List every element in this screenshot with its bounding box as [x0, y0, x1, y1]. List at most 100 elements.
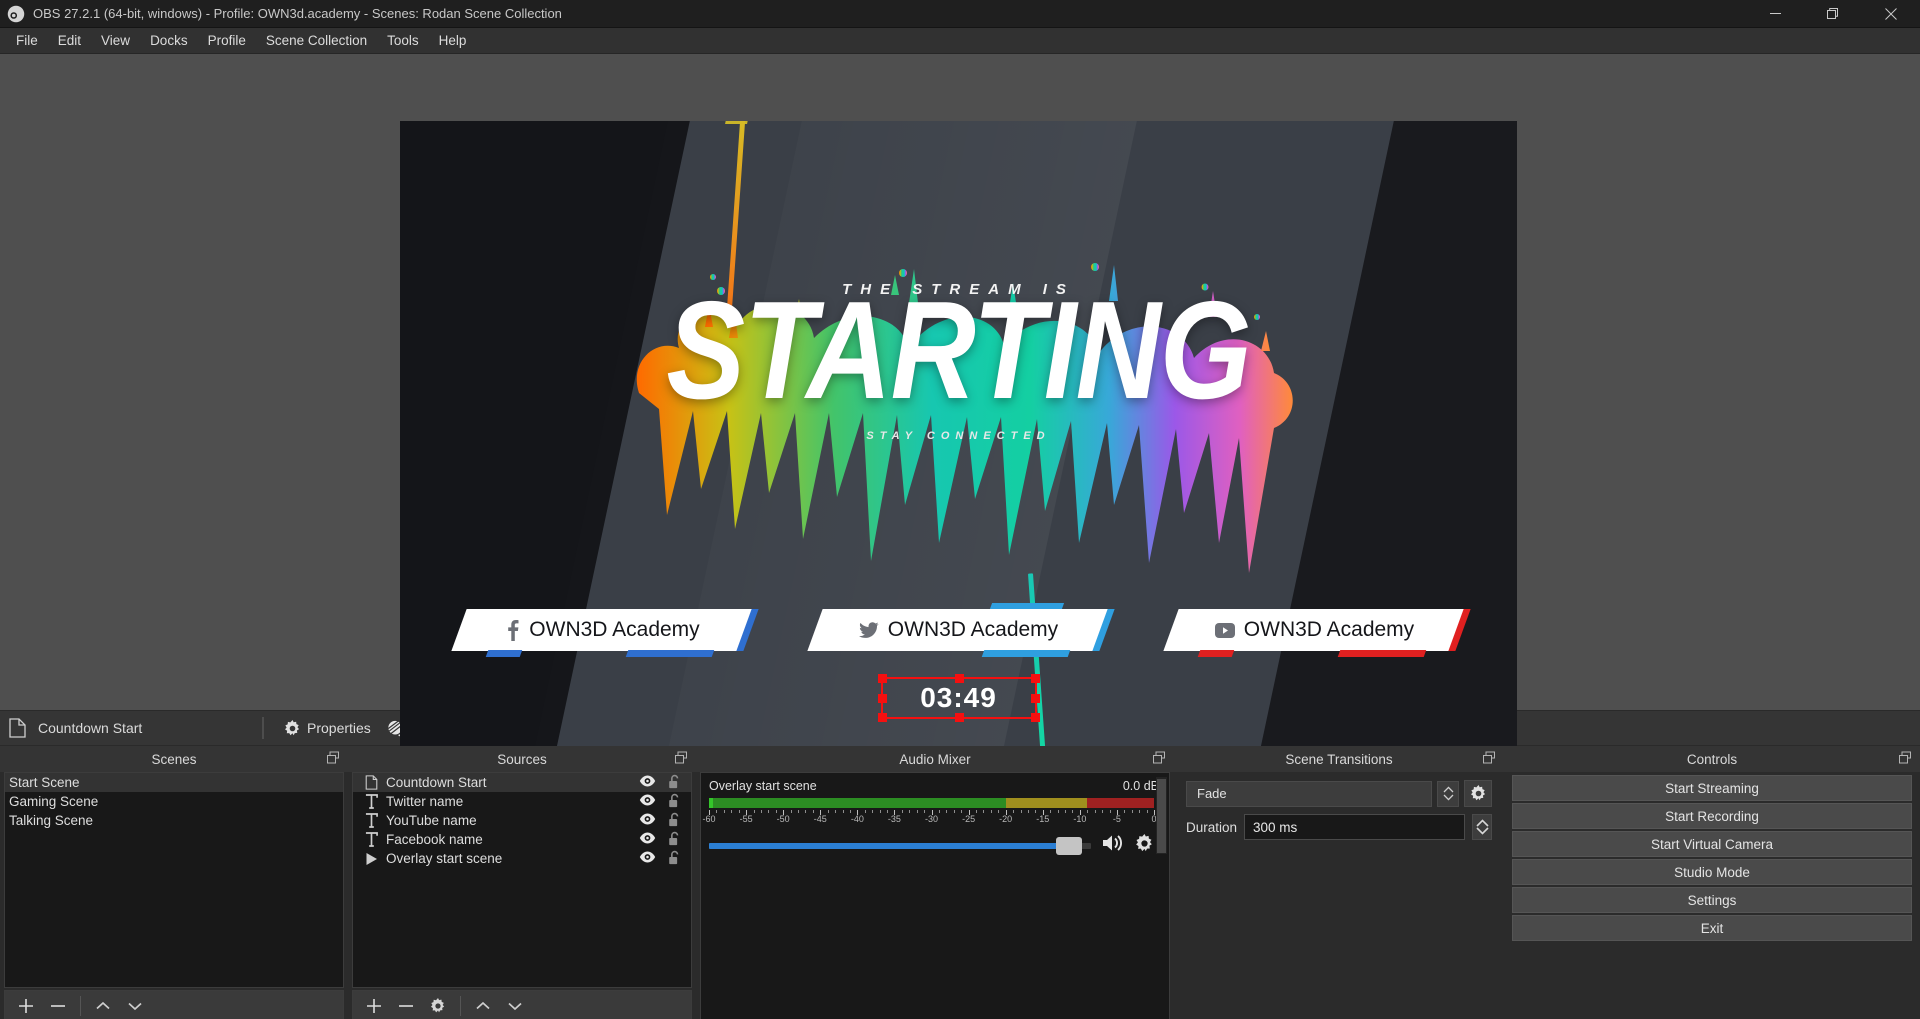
source-item[interactable]: Facebook name — [353, 830, 691, 849]
resize-handle-bottom-left[interactable] — [878, 713, 887, 722]
resize-handle-top-center[interactable] — [955, 674, 964, 683]
menu-profile[interactable]: Profile — [198, 29, 256, 52]
move-scene-down-button[interactable] — [120, 993, 150, 1019]
mixer-channel: Overlay start scene 0.0 dB -60-55-50-45-… — [701, 773, 1169, 858]
duration-spinner[interactable] — [1472, 814, 1492, 840]
start-streaming-button[interactable]: Start Streaming — [1512, 775, 1912, 801]
properties-button[interactable]: Properties — [276, 716, 379, 741]
remove-scene-button[interactable] — [43, 993, 73, 1019]
minimize-button[interactable] — [1746, 0, 1804, 28]
scene-item[interactable]: Talking Scene — [5, 811, 343, 830]
meter-top-row — [709, 798, 1154, 808]
exit-button[interactable]: Exit — [1512, 915, 1912, 941]
undock-icon[interactable] — [675, 752, 687, 767]
lock-open-icon[interactable] — [668, 812, 681, 830]
visibility-eye-icon[interactable] — [639, 775, 656, 790]
audio-settings-gear-icon[interactable] — [1135, 834, 1154, 858]
source-item[interactable]: Overlay start scene — [353, 849, 691, 868]
scale-tick-minor — [917, 810, 918, 813]
undock-icon[interactable] — [327, 752, 339, 767]
scale-tick-minor — [776, 810, 777, 813]
menu-scene-collection[interactable]: Scene Collection — [256, 29, 377, 52]
audio-mixer-body[interactable]: Overlay start scene 0.0 dB -60-55-50-45-… — [700, 772, 1170, 1019]
scale-tick-label: -55 — [740, 814, 753, 824]
transition-spinner[interactable] — [1437, 781, 1459, 807]
resize-handle-top-left[interactable] — [878, 674, 887, 683]
scene-item[interactable]: Gaming Scene — [5, 792, 343, 811]
scale-tick-minor — [1065, 810, 1066, 813]
undock-icon[interactable] — [1153, 752, 1165, 767]
undock-icon[interactable] — [1483, 752, 1495, 767]
lock-open-icon[interactable] — [668, 793, 681, 811]
visibility-eye-icon[interactable] — [639, 851, 656, 866]
transition-select-row: Fade — [1186, 780, 1492, 807]
source-item[interactable]: YouTube name — [353, 811, 691, 830]
move-scene-up-button[interactable] — [88, 993, 118, 1019]
close-button[interactable] — [1862, 0, 1920, 28]
minus-icon — [398, 998, 414, 1014]
resize-handle-bottom-right[interactable] — [1031, 713, 1040, 722]
add-source-button[interactable] — [359, 993, 389, 1019]
source-properties-button[interactable] — [423, 993, 453, 1019]
source-item[interactable]: Twitter name — [353, 792, 691, 811]
mixer-channel-name: Overlay start scene — [709, 779, 817, 793]
menu-file[interactable]: File — [6, 29, 48, 52]
menu-view[interactable]: View — [91, 29, 140, 52]
scene-item[interactable]: Start Scene — [5, 773, 343, 792]
scale-tick-minor — [1147, 810, 1148, 813]
resize-handle-bottom-center[interactable] — [955, 713, 964, 722]
headline-block: THE STREAM IS STARTING STAY CONNECTED — [400, 281, 1517, 442]
scale-tick-minor — [843, 810, 844, 813]
menu-docks[interactable]: Docks — [140, 29, 198, 52]
duration-input[interactable]: 300 ms — [1244, 814, 1465, 840]
menu-tools[interactable]: Tools — [377, 29, 429, 52]
menu-edit[interactable]: Edit — [48, 29, 91, 52]
social-label-youtube: OWN3D Academy — [1171, 609, 1459, 651]
accent-top-cap — [725, 121, 749, 124]
resize-handle-top-right[interactable] — [1031, 674, 1040, 683]
sources-list[interactable]: Countdown Start Twitter name — [352, 772, 692, 988]
preview-canvas[interactable]: THE STREAM IS STARTING STAY CONNECTED OW… — [400, 121, 1517, 749]
lock-open-icon[interactable] — [668, 831, 681, 849]
transition-config-button[interactable] — [1464, 780, 1492, 807]
start-recording-button[interactable]: Start Recording — [1512, 803, 1912, 829]
visibility-eye-icon[interactable] — [639, 813, 656, 828]
move-source-down-button[interactable] — [500, 993, 530, 1019]
move-source-up-button[interactable] — [468, 993, 498, 1019]
visibility-eye-icon[interactable] — [639, 794, 656, 809]
preview-area[interactable]: THE STREAM IS STARTING STAY CONNECTED OW… — [0, 54, 1920, 710]
undock-icon[interactable] — [1899, 752, 1911, 767]
maximize-button[interactable] — [1804, 0, 1862, 28]
social-nub-right — [1337, 650, 1426, 657]
mixer-scrollbar[interactable] — [1156, 777, 1167, 854]
title-bar: OBS 27.2.1 (64-bit, windows) - Profile: … — [0, 0, 1920, 28]
source-item[interactable]: Countdown Start — [353, 773, 691, 792]
media-icon — [361, 852, 381, 866]
scale-tick-minor — [961, 810, 962, 813]
mixer-channel-header: Overlay start scene 0.0 dB — [709, 779, 1159, 793]
scale-tick-minor — [880, 810, 881, 813]
settings-button[interactable]: Settings — [1512, 887, 1912, 913]
studio-mode-button[interactable]: Studio Mode — [1512, 859, 1912, 885]
scale-tick-label: -40 — [851, 814, 864, 824]
scale-tick-label: -5 — [1113, 814, 1121, 824]
scale-tick-minor — [716, 810, 717, 813]
visibility-eye-icon[interactable] — [639, 832, 656, 847]
lock-open-icon[interactable] — [668, 850, 681, 868]
source-label: YouTube name — [386, 813, 477, 828]
volume-slider[interactable] — [709, 843, 1091, 849]
lock-open-icon[interactable] — [668, 774, 681, 792]
mute-speaker-icon[interactable] — [1101, 833, 1125, 858]
remove-source-button[interactable] — [391, 993, 421, 1019]
countdown-source-selection[interactable]: 03:49 — [881, 677, 1037, 719]
volume-knob[interactable] — [1056, 837, 1082, 855]
mixer-scrollbar-thumb[interactable] — [1157, 779, 1166, 853]
add-scene-button[interactable] — [11, 993, 41, 1019]
menu-help[interactable]: Help — [429, 29, 477, 52]
resize-handle-middle-left[interactable] — [878, 694, 887, 703]
transition-select[interactable]: Fade — [1186, 781, 1432, 807]
scenes-list[interactable]: Start Scene Gaming Scene Talking Scene — [4, 772, 344, 988]
document-icon — [9, 718, 26, 738]
start-virtual-camera-button[interactable]: Start Virtual Camera — [1512, 831, 1912, 857]
resize-handle-middle-right[interactable] — [1031, 694, 1040, 703]
